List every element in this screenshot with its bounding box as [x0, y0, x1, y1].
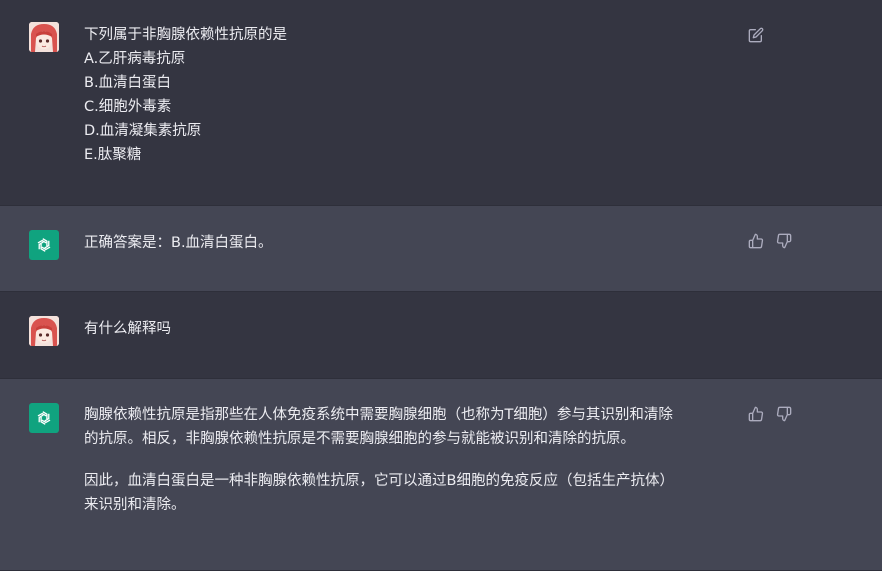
option-d: D.血清凝集素抗原	[84, 123, 202, 139]
followup-line: 有什么解释吗	[84, 321, 171, 337]
assistant-message-2: 胸腺依赖性抗原是指那些在人体免疫系统中需要胸腺细胞（也称为T细胞）参与其识别和清…	[0, 378, 882, 571]
user-message-text: 有什么解释吗	[84, 317, 734, 341]
assistant-explanation-text: 胸腺依赖性抗原是指那些在人体免疫系统中需要胸腺细胞（也称为T细胞）参与其识别和清…	[84, 403, 734, 517]
thumbs-down-icon[interactable]	[775, 232, 793, 250]
thumbs-down-icon[interactable]	[775, 405, 793, 423]
paragraph-2-line-1: 因此，血清白蛋白是一种非胸腺依赖性抗原，它可以通过B细胞的免疫反应（包括生产抗体…	[84, 473, 674, 489]
user-message-text: 下列属于非胸腺依赖性抗原的是 A.乙肝病毒抗原 B.血清白蛋白 C.细胞外毒素 …	[84, 23, 734, 167]
user-message-2: 有什么解释吗	[0, 292, 882, 378]
thumbs-up-icon[interactable]	[747, 405, 765, 423]
paragraph-1-line-2: 的抗原。相反，非胸腺依赖性抗原是不需要胸腺细胞的参与就能被识别和清除的抗原。	[84, 431, 635, 447]
assistant-message-1: 正确答案是：B.血清白蛋白。	[0, 205, 882, 292]
explanation-paragraph-2: 因此，血清白蛋白是一种非胸腺依赖性抗原，它可以通过B细胞的免疫反应（包括生产抗体…	[84, 469, 734, 517]
paragraph-2-line-2: 来识别和清除。	[84, 497, 186, 513]
explanation-paragraph-1: 胸腺依赖性抗原是指那些在人体免疫系统中需要胸腺细胞（也称为T细胞）参与其识别和清…	[84, 403, 734, 451]
user-avatar	[29, 22, 59, 52]
user-avatar	[29, 316, 59, 346]
option-b: B.血清白蛋白	[84, 75, 172, 91]
edit-icon[interactable]	[747, 26, 765, 44]
thumbs-up-icon[interactable]	[747, 232, 765, 250]
answer-line: 正确答案是：B.血清白蛋白。	[84, 235, 273, 251]
user-message-1: 下列属于非胸腺依赖性抗原的是 A.乙肝病毒抗原 B.血清白蛋白 C.细胞外毒素 …	[0, 0, 882, 205]
option-a: A.乙肝病毒抗原	[84, 51, 186, 67]
question-stem: 下列属于非胸腺依赖性抗原的是	[84, 27, 287, 43]
openai-logo-icon	[29, 230, 59, 260]
option-e: E.肽聚糖	[84, 147, 142, 163]
openai-logo-icon	[29, 403, 59, 433]
assistant-answer-text: 正确答案是：B.血清白蛋白。	[84, 231, 734, 255]
option-c: C.细胞外毒素	[84, 99, 172, 115]
paragraph-1-line-1: 胸腺依赖性抗原是指那些在人体免疫系统中需要胸腺细胞（也称为T细胞）参与其识别和清…	[84, 407, 673, 423]
